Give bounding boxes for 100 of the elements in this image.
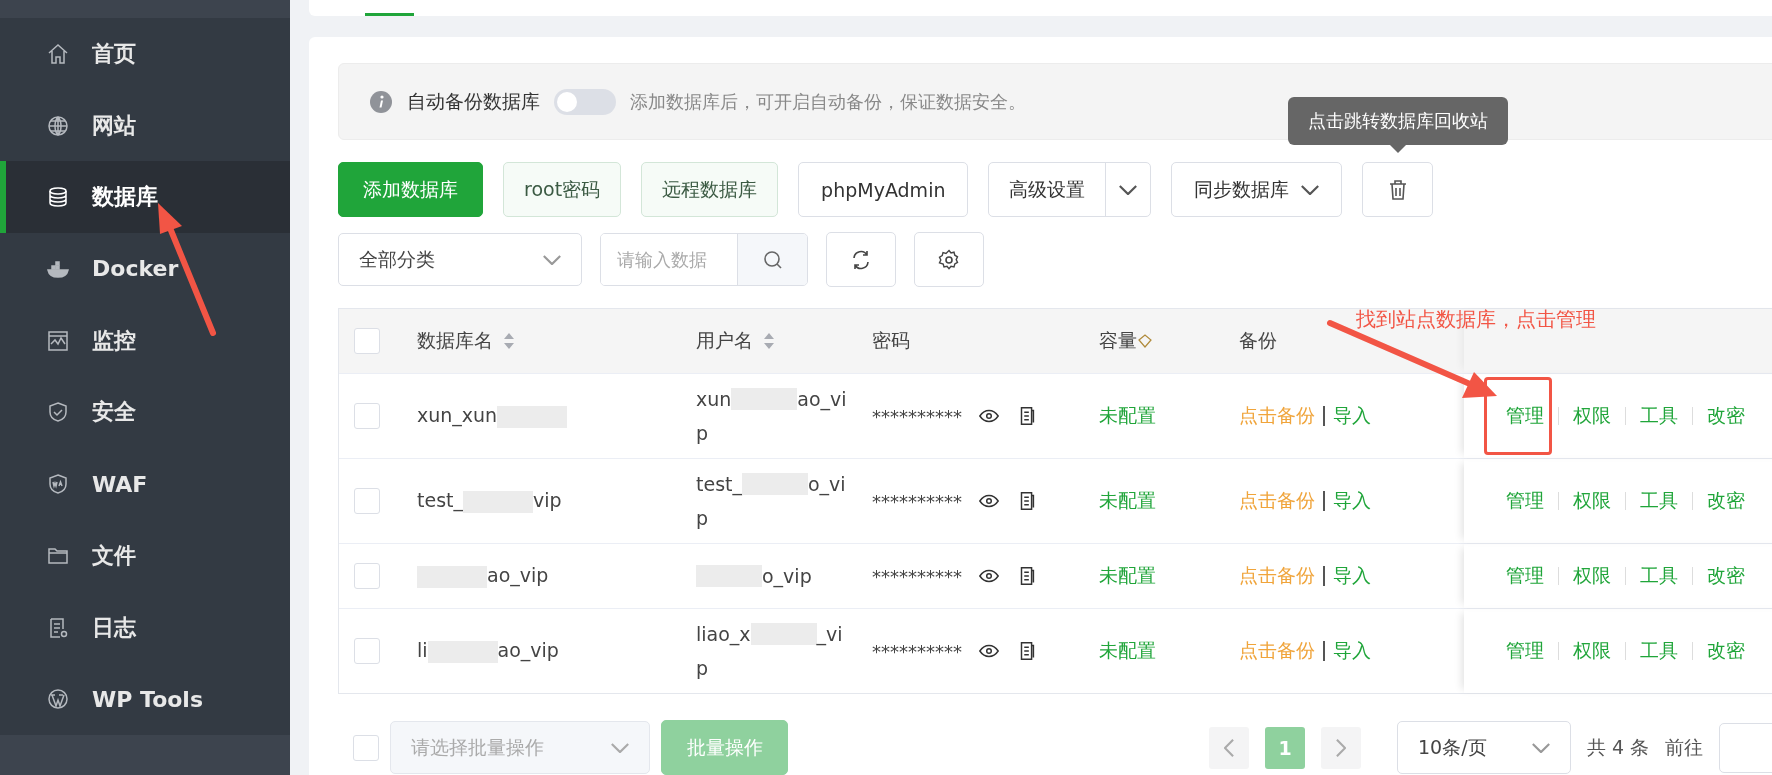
batch-action-select[interactable]: 请选择批量操作: [390, 721, 650, 774]
add-database-button[interactable]: 添加数据库: [338, 162, 483, 217]
username: _vi: [816, 623, 843, 645]
database-name: xun_xun: [417, 404, 498, 427]
action-link[interactable]: 改密: [1707, 488, 1745, 514]
column-header: 用户名: [696, 328, 753, 353]
sidebar-item[interactable]: 首页: [0, 17, 290, 90]
row-checkbox[interactable]: [354, 403, 380, 429]
capacity-status-link[interactable]: 未配置: [1099, 638, 1156, 664]
chevron-down-icon: [611, 742, 629, 753]
tooltip: 点击跳转数据库回收站: [1287, 97, 1508, 145]
column-header: 密码: [872, 328, 910, 353]
search-button[interactable]: [737, 234, 807, 285]
sync-database-dropdown[interactable]: 同步数据库: [1171, 162, 1343, 217]
previous-page-button[interactable]: [1209, 726, 1249, 769]
backup-link[interactable]: 点击备份: [1239, 563, 1315, 589]
column-header: 备份: [1239, 328, 1277, 353]
import-link[interactable]: 导入: [1333, 563, 1371, 589]
search-field[interactable]: 请输入数据: [600, 233, 808, 286]
username: xun: [696, 388, 732, 410]
wordpress-icon: [46, 687, 70, 712]
toolbar-button[interactable]: phpMyAdmin: [798, 162, 969, 217]
footer-checkbox[interactable]: [353, 734, 379, 761]
action-link[interactable]: 权限: [1573, 488, 1611, 514]
username: p: [696, 657, 709, 679]
password-mask: **********: [872, 490, 962, 512]
next-page-button[interactable]: [1321, 726, 1361, 769]
import-link[interactable]: 导入: [1333, 403, 1371, 429]
backup-link[interactable]: 点击备份: [1239, 488, 1315, 514]
sidebar-item[interactable]: Docker: [0, 233, 290, 305]
batch-action-button[interactable]: 批量操作: [661, 720, 788, 775]
sidebar-item[interactable]: 网站: [0, 89, 290, 162]
settings-button[interactable]: [914, 232, 984, 287]
action-link[interactable]: 管理: [1506, 403, 1544, 429]
tooltip-pointer-icon: [1389, 145, 1406, 153]
waf-shield-icon: [46, 472, 70, 497]
import-link[interactable]: 导入: [1333, 638, 1371, 664]
page-size-select[interactable]: 10条/页: [1397, 721, 1571, 774]
sidebar-item[interactable]: WP Tools: [0, 663, 290, 736]
chevron-down-icon: [1532, 742, 1550, 753]
home-icon: [46, 41, 70, 66]
username: liao_x: [696, 623, 751, 645]
select-all-checkbox[interactable]: [354, 328, 380, 354]
action-link[interactable]: 改密: [1707, 403, 1745, 429]
row-checkbox[interactable]: [354, 488, 380, 514]
action-link[interactable]: 权限: [1573, 403, 1611, 429]
action-link[interactable]: 权限: [1573, 638, 1611, 664]
action-link[interactable]: 工具: [1640, 403, 1678, 429]
toolbar-button[interactable]: 远程数据库: [641, 162, 779, 217]
split-button[interactable]: 高级设置: [988, 162, 1152, 217]
row-checkbox[interactable]: [354, 563, 380, 589]
settings-icon: [937, 247, 961, 272]
username: ao_vi: [797, 388, 847, 410]
column-header: 容量: [1099, 328, 1137, 353]
info-icon: [369, 89, 393, 114]
action-link[interactable]: 管理: [1506, 638, 1544, 664]
database-name: test_: [417, 489, 463, 512]
capacity-status-link[interactable]: 未配置: [1099, 488, 1156, 514]
page-button[interactable]: 1: [1265, 726, 1305, 769]
action-link[interactable]: 工具: [1640, 638, 1678, 664]
toolbar-button[interactable]: root密码: [503, 162, 622, 217]
category-select[interactable]: 全部分类: [338, 233, 582, 286]
action-link[interactable]: 工具: [1640, 488, 1678, 514]
goto-page-field[interactable]: [1719, 722, 1772, 773]
action-link[interactable]: 管理: [1506, 563, 1544, 589]
annotation-text: 找到站点数据库，点击管理: [1356, 306, 1596, 333]
capacity-status-link[interactable]: 未配置: [1099, 403, 1156, 429]
database-icon: [46, 185, 70, 210]
auto-backup-hint: 添加数据库后，可开启自动备份，保证数据安全。: [630, 89, 1026, 114]
auto-backup-label: 自动备份数据库: [407, 88, 540, 114]
sidebar-item[interactable]: 日志: [0, 591, 290, 664]
sidebar-item[interactable]: 文件: [0, 519, 290, 592]
username: p: [696, 422, 709, 444]
toggle-switch[interactable]: [554, 88, 616, 115]
row-checkbox[interactable]: [354, 638, 380, 664]
import-link[interactable]: 导入: [1333, 488, 1371, 514]
capacity-status-link[interactable]: 未配置: [1099, 563, 1156, 589]
password-mask: **********: [872, 640, 962, 662]
shield-icon: [46, 400, 70, 425]
refresh-button[interactable]: [826, 232, 896, 287]
database-name: ao_vip: [497, 639, 559, 662]
sidebar-item[interactable]: 监控: [0, 304, 290, 377]
database-name: vip: [533, 489, 562, 512]
database-name: li: [417, 639, 428, 662]
sidebar-item[interactable]: 安全: [0, 376, 290, 449]
sidebar-item[interactable]: 数据库: [0, 161, 290, 234]
diamond-icon: [1137, 333, 1153, 349]
backup-link[interactable]: 点击备份: [1239, 638, 1315, 664]
column-header: 数据库名: [417, 328, 493, 353]
action-link[interactable]: 改密: [1707, 563, 1745, 589]
password-mask: **********: [872, 405, 962, 427]
sidebar-item[interactable]: WAF: [0, 448, 290, 520]
username: o_vi: [808, 473, 846, 495]
recycle-bin-button[interactable]: [1362, 162, 1434, 217]
action-link[interactable]: 改密: [1707, 638, 1745, 664]
action-link[interactable]: 管理: [1506, 488, 1544, 514]
action-link[interactable]: 权限: [1573, 563, 1611, 589]
database-name: ao_vip: [487, 564, 549, 587]
action-link[interactable]: 工具: [1640, 563, 1678, 589]
backup-link[interactable]: 点击备份: [1239, 403, 1315, 429]
